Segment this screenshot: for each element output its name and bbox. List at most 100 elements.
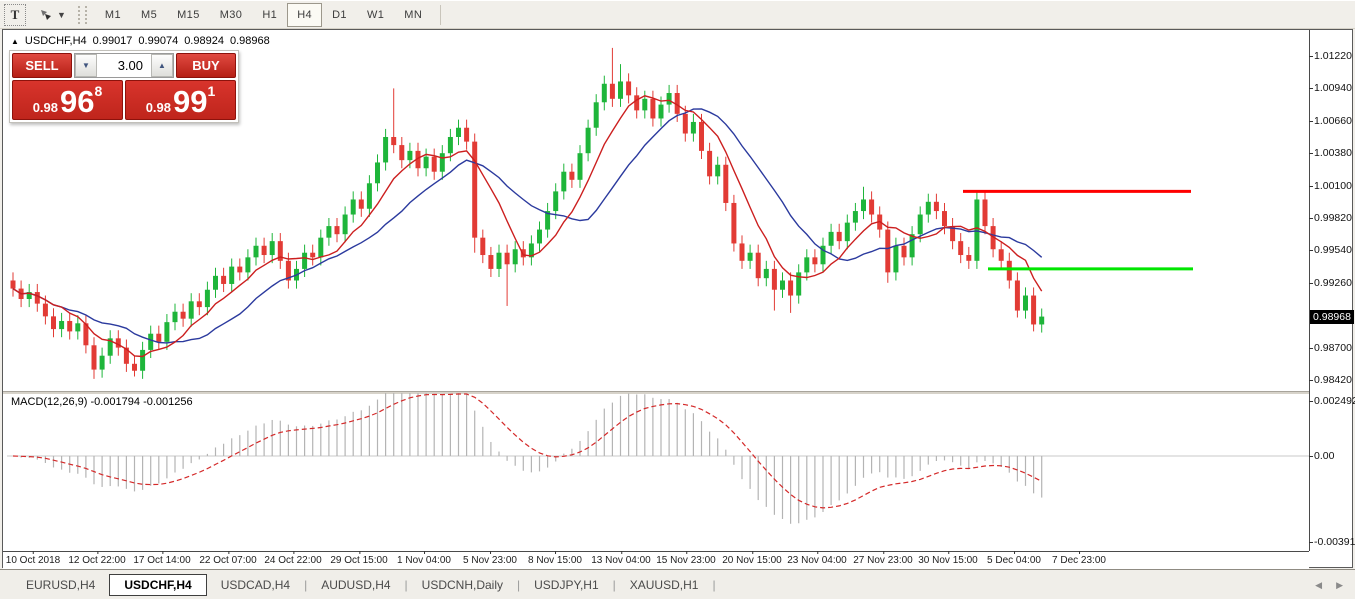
lot-size-stepper: ▼ 3.00 ▲ bbox=[74, 53, 174, 78]
collapse-triangle-icon[interactable]: ▲ bbox=[11, 37, 19, 46]
bid-main: 96 bbox=[60, 89, 94, 115]
bear-candle bbox=[399, 145, 404, 160]
price-axis-label: 0.99260 bbox=[1314, 277, 1352, 289]
symbol-tab-USDCAD-H4[interactable]: USDCAD,H4 bbox=[209, 575, 302, 595]
lot-increase-button[interactable]: ▲ bbox=[151, 54, 173, 77]
bear-candle bbox=[310, 253, 315, 258]
timeframe-button-MN[interactable]: MN bbox=[394, 3, 432, 27]
bear-candle bbox=[934, 202, 939, 211]
timeframe-button-M15[interactable]: M15 bbox=[167, 3, 210, 27]
toolbar-grip[interactable] bbox=[78, 6, 87, 24]
bull-candle bbox=[861, 199, 866, 211]
date-axis-label: 12 Oct 22:00 bbox=[68, 555, 125, 566]
tab-scroll-arrows: ◀ ▶ bbox=[1315, 580, 1343, 591]
bull-candle bbox=[845, 223, 850, 242]
bull-candle bbox=[424, 157, 429, 169]
symbol-tab-USDCNH-Daily[interactable]: USDCNH,Daily bbox=[410, 575, 515, 595]
symbol-tab-USDCHF-H4[interactable]: USDCHF,H4 bbox=[109, 574, 206, 596]
bear-candle bbox=[51, 316, 56, 329]
chart-header: ▲ USDCHF,H4 0.99017 0.99074 0.98924 0.98… bbox=[11, 35, 270, 47]
bid-price-display[interactable]: 0.98 96 8 bbox=[12, 80, 123, 120]
bull-candle bbox=[602, 84, 607, 103]
lot-size-value[interactable]: 3.00 bbox=[97, 54, 151, 77]
bull-candle bbox=[245, 257, 250, 272]
timeframe-button-W1[interactable]: W1 bbox=[357, 3, 394, 27]
bull-candle bbox=[829, 232, 834, 246]
bull-candle bbox=[367, 183, 372, 208]
timeframe-button-H1[interactable]: H1 bbox=[252, 3, 287, 27]
bull-candle bbox=[893, 246, 898, 273]
bear-candle bbox=[731, 203, 736, 244]
price-axis-label: 1.01220 bbox=[1314, 50, 1352, 62]
bull-candle bbox=[1023, 296, 1028, 311]
date-axis-label: 27 Nov 23:00 bbox=[853, 555, 913, 566]
bull-candle bbox=[148, 334, 153, 350]
bull-candle bbox=[100, 356, 105, 370]
timeframe-button-M30[interactable]: M30 bbox=[210, 3, 253, 27]
timeframe-button-M1[interactable]: M1 bbox=[95, 3, 131, 27]
timeframe-button-H4[interactable]: H4 bbox=[287, 3, 322, 27]
bull-candle bbox=[764, 269, 769, 278]
tab-scroll-left-icon[interactable]: ◀ bbox=[1315, 580, 1322, 591]
bull-candle bbox=[780, 280, 785, 289]
bear-candle bbox=[958, 241, 963, 255]
bear-candle bbox=[92, 345, 97, 369]
bull-candle bbox=[383, 137, 388, 162]
bear-candle bbox=[999, 249, 1004, 261]
bear-candle bbox=[626, 81, 631, 95]
price-axis-label: 1.00940 bbox=[1314, 82, 1352, 94]
symbol-tab-USDJPY-H1[interactable]: USDJPY,H1 bbox=[522, 575, 610, 595]
ask-main: 99 bbox=[173, 89, 207, 115]
date-axis-label: 10 Oct 2018 bbox=[6, 555, 60, 566]
macd-indicator-plot[interactable] bbox=[7, 393, 1309, 551]
bear-candle bbox=[11, 280, 16, 288]
bear-candle bbox=[1031, 296, 1036, 325]
date-axis-label: 5 Dec 04:00 bbox=[987, 555, 1041, 566]
price-axis-label: 0.98420 bbox=[1314, 374, 1352, 386]
buy-button[interactable]: BUY bbox=[176, 53, 236, 78]
bear-candle bbox=[432, 157, 437, 172]
bull-candle bbox=[618, 81, 623, 98]
bear-candle bbox=[683, 114, 688, 134]
bear-candle bbox=[181, 312, 186, 319]
date-axis-label: 20 Nov 15:00 bbox=[722, 555, 782, 566]
date-axis-label: 1 Nov 04:00 bbox=[397, 555, 451, 566]
chart-symbol: USDCHF,H4 bbox=[25, 35, 87, 47]
bear-candle bbox=[156, 334, 161, 342]
bear-candle bbox=[132, 364, 137, 371]
bull-candle bbox=[853, 211, 858, 223]
tab-scroll-right-icon[interactable]: ▶ bbox=[1336, 580, 1343, 591]
timeframe-button-D1[interactable]: D1 bbox=[322, 3, 357, 27]
bull-candle bbox=[302, 253, 307, 269]
symbol-tab-AUDUSD-H4[interactable]: AUDUSD,H4 bbox=[309, 575, 402, 595]
date-axis-label: 17 Oct 14:00 bbox=[133, 555, 190, 566]
macd-signal-line bbox=[13, 394, 1042, 508]
bear-candle bbox=[707, 151, 712, 176]
arrow-tools-button[interactable]: ▼ bbox=[38, 5, 66, 25]
bear-candle bbox=[634, 95, 639, 110]
bull-candle bbox=[667, 93, 672, 105]
timeframe-button-M5[interactable]: M5 bbox=[131, 3, 167, 27]
text-tool-button[interactable]: T bbox=[4, 4, 26, 26]
date-axis-label: 22 Oct 07:00 bbox=[199, 555, 256, 566]
ask-price-display[interactable]: 0.98 99 1 bbox=[125, 80, 236, 120]
bull-candle bbox=[974, 199, 979, 260]
bull-candle bbox=[164, 322, 169, 342]
bid-prefix: 0.98 bbox=[33, 100, 58, 115]
symbol-tabs: EURUSD,H4USDCHF,H4USDCAD,H4|AUDUSD,H4|US… bbox=[14, 574, 716, 596]
bear-candle bbox=[262, 246, 267, 255]
bull-candle bbox=[375, 162, 380, 183]
bull-candle bbox=[578, 153, 583, 180]
bear-candle bbox=[221, 276, 226, 284]
symbol-tab-XAUUSD-H1[interactable]: XAUUSD,H1 bbox=[618, 575, 711, 595]
dropdown-caret-icon[interactable]: ▼ bbox=[57, 10, 66, 20]
symbol-tab-EURUSD-H4[interactable]: EURUSD,H4 bbox=[14, 575, 107, 595]
bear-candle bbox=[885, 230, 890, 273]
lot-decrease-button[interactable]: ▼ bbox=[75, 54, 97, 77]
bear-candle bbox=[966, 255, 971, 261]
ohlc-open: 0.99017 bbox=[93, 35, 133, 47]
bear-candle bbox=[472, 142, 477, 238]
sell-button[interactable]: SELL bbox=[12, 53, 72, 78]
bear-candle bbox=[902, 246, 907, 258]
bear-candle bbox=[699, 122, 704, 151]
